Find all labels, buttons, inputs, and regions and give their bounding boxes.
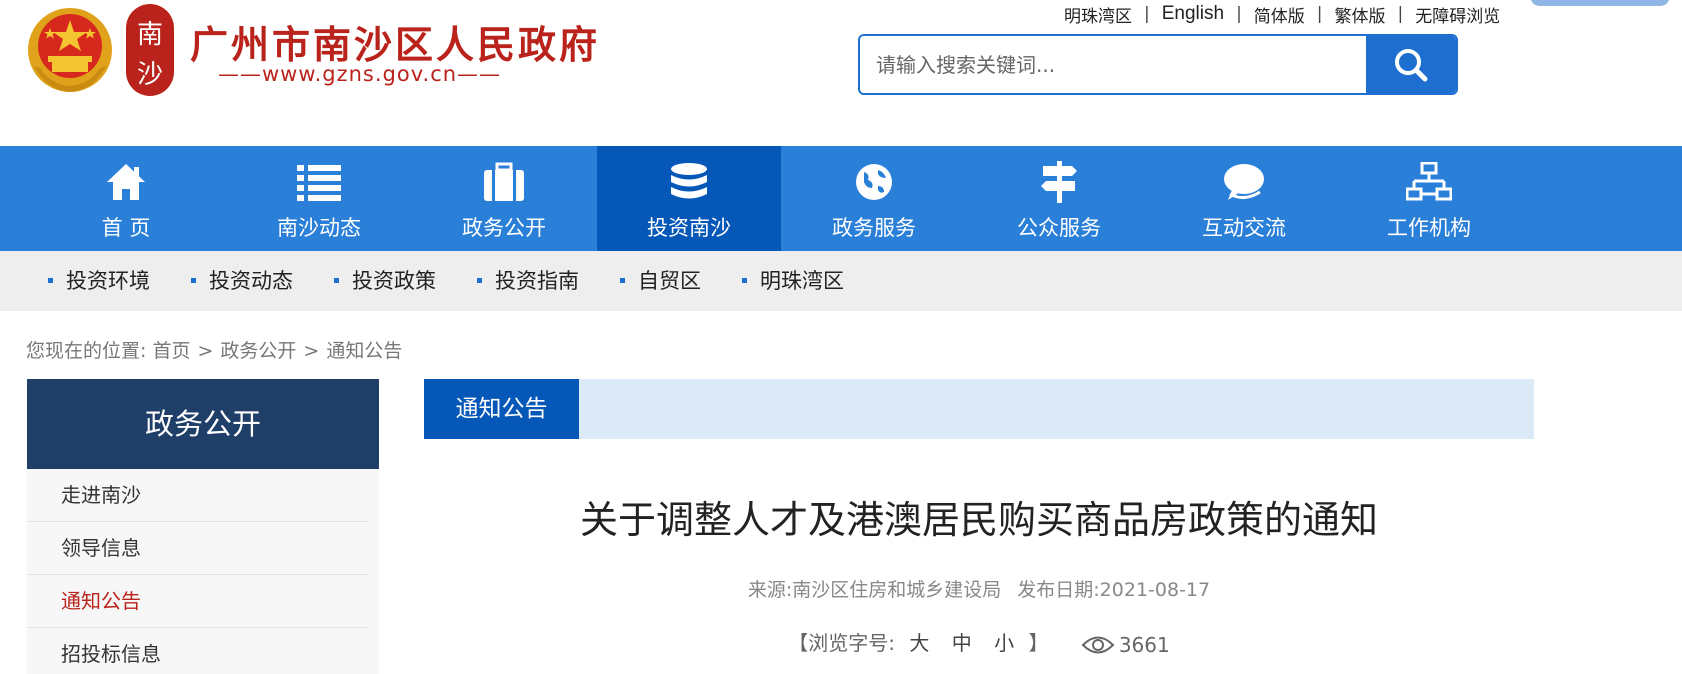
subnav-label: 投资环境	[66, 269, 150, 293]
breadcrumb-notices[interactable]: 通知公告	[326, 340, 402, 362]
seal-char-top: 南	[136, 20, 163, 50]
org-chart-icon	[1406, 162, 1452, 201]
sidebar-title: 政务公开	[27, 379, 379, 469]
subnav-label: 投资动态	[209, 269, 293, 293]
subnav-item-invest-news[interactable]: 投资动态	[191, 251, 293, 311]
section-header-bar	[424, 379, 1534, 439]
search-input[interactable]	[860, 36, 1366, 93]
seal-char-bottom: 沙	[136, 60, 163, 90]
subnav-item-invest-policy[interactable]: 投资政策	[334, 251, 436, 311]
bullet-icon	[334, 277, 339, 283]
subnav-item-ftz[interactable]: 自贸区	[620, 251, 701, 311]
list-icon	[297, 165, 341, 201]
main-nav: 首 页 南沙动态 政务公开 投资南沙 政务服务 公众服务 互动交流 工作机构	[0, 146, 1682, 251]
nav-label: 互动交流	[1202, 216, 1286, 240]
font-size-small-button[interactable]: 小	[994, 631, 1014, 655]
top-right-pill-button[interactable]	[1530, 0, 1670, 6]
breadcrumb: 您现在的位置: 首页 > 政务公开 > 通知公告	[26, 336, 402, 363]
nav-item-invest-nansha[interactable]: 投资南沙	[597, 146, 781, 251]
divider: |	[1144, 4, 1150, 24]
globe-icon	[856, 164, 892, 200]
breadcrumb-gov-affairs[interactable]: 政务公开	[220, 340, 296, 362]
search-box	[858, 34, 1458, 95]
subnav-item-invest-guide[interactable]: 投资指南	[477, 251, 579, 311]
nav-label: 工作机构	[1387, 216, 1471, 240]
nav-label: 首 页	[101, 216, 151, 240]
eye-icon	[1081, 636, 1115, 653]
breadcrumb-prefix: 您现在的位置:	[26, 340, 147, 362]
subnav-label: 投资政策	[352, 269, 436, 293]
font-size-label: 【浏览字号:	[788, 631, 896, 655]
article-date: 发布日期:2021-08-17	[1017, 579, 1211, 601]
bullet-icon	[742, 277, 747, 283]
font-size-medium-button[interactable]: 中	[952, 631, 972, 655]
article-title: 关于调整人才及港澳居民购买商品房政策的通知	[579, 498, 1378, 542]
subnav-label: 投资指南	[495, 269, 579, 293]
nav-item-nansha-news[interactable]: 南沙动态	[227, 146, 411, 251]
search-button[interactable]	[1366, 36, 1456, 93]
font-size-large-button[interactable]: 大	[909, 631, 929, 655]
link-simplified[interactable]: 简体版	[1254, 2, 1305, 27]
bullet-icon	[477, 277, 482, 283]
subnav-item-invest-environment[interactable]: 投资环境	[48, 251, 150, 311]
bullet-icon	[620, 277, 625, 283]
article-meta: 来源:南沙区住房和城乡建设局 发布日期:2021-08-17	[424, 575, 1534, 602]
divider: |	[1397, 4, 1404, 24]
site-title: 广州市南沙区人民政府	[190, 23, 601, 67]
link-english[interactable]: English	[1162, 3, 1224, 25]
coins-icon	[671, 163, 707, 199]
nav-item-gov-affairs[interactable]: 政务公开	[412, 146, 596, 251]
subnav-label: 明珠湾区	[760, 269, 844, 293]
nav-item-public-services[interactable]: 公众服务	[967, 146, 1151, 251]
divider: |	[1316, 4, 1323, 24]
section-tab: 通知公告	[424, 379, 579, 439]
sidebar-item-about-nansha[interactable]: 走进南沙	[27, 469, 369, 522]
bullet-icon	[191, 277, 196, 283]
nav-item-home[interactable]: 首 页	[34, 146, 218, 251]
nansha-seal-logo: 南 沙	[126, 4, 174, 96]
font-size-controls: 【浏览字号: 大 中 小 】 3661	[424, 627, 1534, 657]
nav-item-interaction[interactable]: 互动交流	[1152, 146, 1336, 251]
sidebar: 政务公开 走进南沙 领导信息 通知公告 招投标信息	[27, 379, 379, 674]
view-count: 3661	[1081, 633, 1170, 657]
breadcrumb-home[interactable]: 首页	[152, 340, 190, 362]
site-header: 南 沙 广州市南沙区人民政府 ——www.gzns.gov.cn—— 明珠湾区 …	[0, 0, 1682, 146]
breadcrumb-separator: >	[197, 340, 214, 362]
bullet-icon	[48, 277, 53, 283]
top-links: 明珠湾区 | English | 简体版 | 繁体版 | 无障碍浏览	[1064, 2, 1500, 27]
font-size-label-close: 】	[1028, 631, 1049, 655]
nav-label: 投资南沙	[647, 216, 731, 240]
breadcrumb-separator: >	[303, 340, 320, 362]
divider: |	[1236, 4, 1242, 24]
sidebar-item-tenders[interactable]: 招投标信息	[27, 628, 369, 674]
nav-item-work-agencies[interactable]: 工作机构	[1337, 146, 1521, 251]
view-count-value: 3661	[1118, 632, 1170, 657]
nav-label: 政务服务	[832, 216, 916, 240]
sidebar-item-leaders[interactable]: 领导信息	[27, 522, 369, 575]
national-emblem-icon	[28, 8, 112, 92]
nav-item-gov-services[interactable]: 政务服务	[782, 146, 966, 251]
article-content: 通知公告 关于调整人才及港澳居民购买商品房政策的通知 来源:南沙区住房和城乡建设…	[424, 379, 1534, 674]
search-icon	[1395, 48, 1428, 81]
nav-label: 公众服务	[1017, 216, 1101, 240]
briefcase-icon	[484, 162, 524, 201]
sub-nav: 投资环境 投资动态 投资政策 投资指南 自贸区 明珠湾区	[0, 251, 1682, 311]
subnav-item-mingzhu-bay[interactable]: 明珠湾区	[742, 251, 844, 311]
link-accessibility[interactable]: 无障碍浏览	[1415, 2, 1500, 27]
link-traditional[interactable]: 繁体版	[1335, 2, 1386, 27]
nav-label: 政务公开	[462, 216, 546, 240]
subnav-label: 自贸区	[638, 269, 701, 293]
home-icon	[107, 164, 145, 200]
signpost-icon	[1041, 161, 1077, 203]
sidebar-item-notices[interactable]: 通知公告	[27, 575, 369, 628]
nav-label: 南沙动态	[277, 216, 361, 240]
site-url: ——www.gzns.gov.cn——	[218, 62, 502, 86]
chat-icon	[1224, 164, 1264, 200]
article-source: 来源:南沙区住房和城乡建设局	[747, 579, 1002, 601]
link-mingzhu-bay[interactable]: 明珠湾区	[1064, 2, 1132, 27]
